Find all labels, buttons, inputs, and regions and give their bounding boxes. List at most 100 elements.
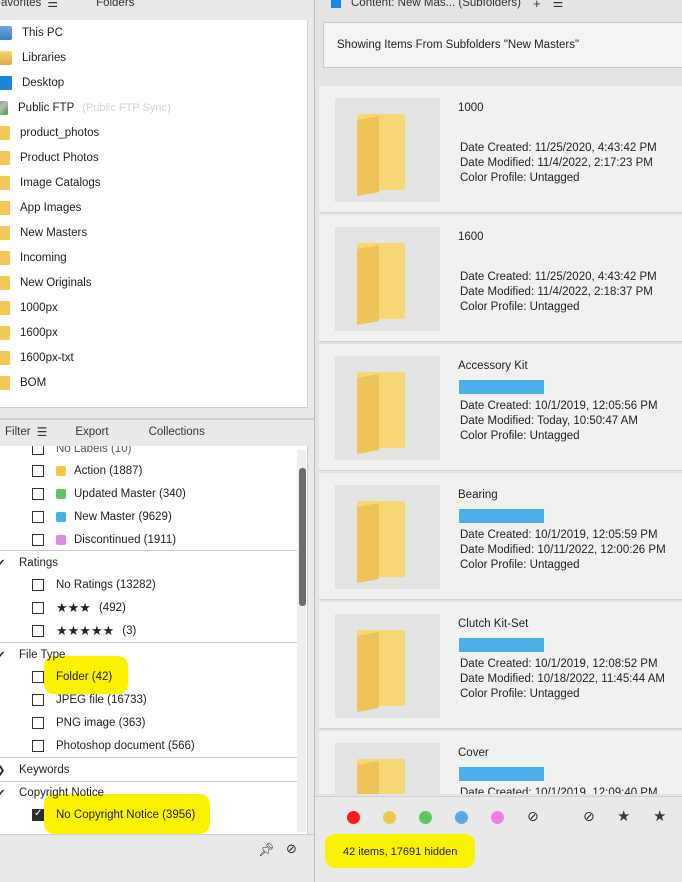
- item-modified: Date Modified: 11/4/2022, 2:18:37 PM: [460, 286, 653, 298]
- filter-filetype-psd[interactable]: Photoshop document (566): [32, 735, 195, 757]
- item-profile: Color Profile: Untagged: [460, 559, 580, 571]
- favorite-item[interactable]: 1600px: [0, 320, 307, 345]
- tab-filter-label: Filter: [5, 426, 31, 438]
- checkbox[interactable]: [32, 579, 44, 591]
- favorite-item[interactable]: 1000px: [0, 295, 307, 320]
- favorite-item[interactable]: Libraries: [0, 45, 307, 70]
- tab-filter[interactable]: Filter ☰: [0, 425, 57, 439]
- favorite-item[interactable]: App Images: [0, 195, 307, 220]
- filter-label-new-master[interactable]: New Master (9629): [32, 506, 172, 528]
- filter-category-filetype[interactable]: ✔ File Type: [0, 644, 65, 666]
- tab-collections[interactable]: Collections: [139, 426, 215, 438]
- purple-label-filter[interactable]: [491, 811, 504, 824]
- favorite-item[interactable]: Desktop: [0, 70, 307, 95]
- checkbox[interactable]: [32, 488, 44, 500]
- add-tab-icon[interactable]: +: [533, 0, 541, 11]
- item-name: Clutch Kit-Set: [458, 618, 529, 630]
- checkbox[interactable]: [32, 671, 44, 683]
- tab-content-label[interactable]: Content: New Mas... (Subfolders): [351, 0, 521, 9]
- panel-menu-icon[interactable]: ☰: [37, 425, 48, 439]
- item-name: 1000: [458, 102, 484, 114]
- folder-icon: [357, 761, 379, 794]
- folder-thumbnail[interactable]: [335, 743, 440, 794]
- favorite-item[interactable]: product_photos: [0, 120, 307, 145]
- filter-category-keywords[interactable]: ❯ Keywords: [0, 759, 70, 781]
- filter-category-copyright[interactable]: ✔ Copyright Notice: [0, 782, 104, 804]
- favorite-label: Image Catalogs: [20, 176, 101, 189]
- filter-rating-none[interactable]: No Ratings (13282): [32, 574, 156, 596]
- content-item[interactable]: Cover Date Created: 10/1/2019, 12:09:40 P…: [319, 731, 682, 794]
- label-swatch: [56, 512, 66, 522]
- content-item[interactable]: 1600 Date Created: 11/25/2020, 4:43:42 PM…: [319, 215, 682, 342]
- content-item[interactable]: Bearing Date Created: 10/1/2019, 12:05:59…: [319, 473, 682, 600]
- favorite-item[interactable]: 1600px-txt: [0, 345, 307, 370]
- pin-icon[interactable]: 📌︎: [258, 842, 275, 858]
- folder-thumbnail[interactable]: [335, 98, 440, 202]
- filter-label-action[interactable]: Action (1887): [32, 460, 142, 482]
- folder-thumbnail[interactable]: [335, 614, 440, 718]
- filter-label-nolabels[interactable]: No Labels (10): [32, 446, 131, 460]
- item-created: Date Created: 10/1/2019, 12:08:52 PM: [460, 658, 658, 670]
- tab-folders[interactable]: Folders: [86, 0, 144, 9]
- filter-panel: No Labels (10) Action (1887) Updated Mas…: [0, 446, 308, 834]
- checkbox[interactable]: [32, 465, 44, 477]
- filter-rating-5[interactable]: ★★★★★ (3): [32, 620, 136, 642]
- favorite-item[interactable]: Product Photos: [0, 145, 307, 170]
- content-item[interactable]: Accessory Kit Date Created: 10/1/2019, 12…: [319, 344, 682, 471]
- green-label-filter[interactable]: [419, 811, 432, 824]
- libraries-icon: [0, 50, 12, 65]
- red-label-filter[interactable]: [347, 811, 360, 824]
- filter-item-label: Discontinued (1911): [74, 534, 177, 546]
- folder-thumbnail[interactable]: [335, 485, 440, 589]
- scrollbar-thumb[interactable]: [299, 468, 306, 606]
- favorite-item[interactable]: This PC: [0, 20, 307, 45]
- clear-filter-icon[interactable]: ⊘: [286, 841, 297, 857]
- filter-label-discontinued[interactable]: Discontinued (1911): [32, 529, 176, 551]
- checkbox[interactable]: [32, 602, 44, 614]
- star-filter-icon[interactable]: ★: [617, 807, 630, 825]
- filter-copyright-none[interactable]: No Copyright Notice (3956): [32, 804, 195, 826]
- yellow-label-filter[interactable]: [383, 811, 396, 824]
- favorite-item[interactable]: Image Catalogs: [0, 170, 307, 195]
- favorite-item[interactable]: Public FTP (Public FTP Sync): [0, 95, 307, 120]
- star-filter-icon[interactable]: ★: [653, 807, 666, 825]
- no-label-filter-icon[interactable]: ⊘: [527, 808, 539, 825]
- content-tabbar: Content: New Mas... (Subfolders) + ☰: [315, 0, 682, 14]
- favorite-item[interactable]: Incoming: [0, 245, 307, 270]
- checkbox[interactable]: [32, 625, 44, 637]
- checkbox[interactable]: [32, 534, 44, 546]
- tab-export[interactable]: Export: [65, 426, 118, 438]
- left-panel: Favorites ☰ Folders This PC Libraries Desk…: [0, 0, 314, 882]
- content-item[interactable]: 1000 Date Created: 11/25/2020, 4:43:42 PM…: [319, 86, 682, 213]
- item-profile: Color Profile: Untagged: [460, 172, 580, 184]
- label-bar: [459, 638, 544, 652]
- filter-filetype-folder[interactable]: Folder (42): [32, 666, 112, 688]
- favorite-item[interactable]: BOM: [0, 370, 307, 395]
- item-profile: Color Profile: Untagged: [460, 688, 580, 700]
- checkbox[interactable]: [32, 740, 44, 752]
- favorite-item[interactable]: New Masters: [0, 220, 307, 245]
- checkbox[interactable]: [32, 511, 44, 523]
- content-item[interactable]: Clutch Kit-Set Date Created: 10/1/2019, 1…: [319, 602, 682, 729]
- favorite-label: product_photos: [20, 126, 100, 139]
- tab-favorites[interactable]: Favorites ☰: [0, 0, 68, 10]
- checkbox[interactable]: [32, 694, 44, 706]
- filter-rating-3[interactable]: ★★★ (492): [32, 597, 126, 619]
- folder-thumbnail[interactable]: [335, 227, 440, 331]
- filter-label-updated-master[interactable]: Updated Master (340): [32, 483, 186, 505]
- checkbox[interactable]: [32, 446, 44, 455]
- folder-thumbnail[interactable]: [335, 356, 440, 460]
- blue-label-filter[interactable]: [455, 811, 468, 824]
- panel-menu-icon[interactable]: ☰: [47, 0, 58, 10]
- tab-collections-label: Collections: [148, 426, 205, 438]
- checkbox-checked[interactable]: [32, 808, 44, 821]
- filter-category-ratings[interactable]: ✔ Ratings: [0, 552, 58, 574]
- filter-filetype-jpeg[interactable]: JPEG file (16733): [32, 689, 147, 711]
- checkbox[interactable]: [32, 717, 44, 729]
- no-rating-filter-icon[interactable]: ⊘: [583, 808, 595, 825]
- item-modified: Date Modified: 10/11/2022, 12:00:26 PM: [460, 544, 666, 556]
- folder-icon: [0, 225, 10, 240]
- filter-filetype-png[interactable]: PNG image (363): [32, 712, 145, 734]
- favorite-item[interactable]: New Originals: [0, 270, 307, 295]
- panel-menu-icon[interactable]: ☰: [553, 0, 564, 10]
